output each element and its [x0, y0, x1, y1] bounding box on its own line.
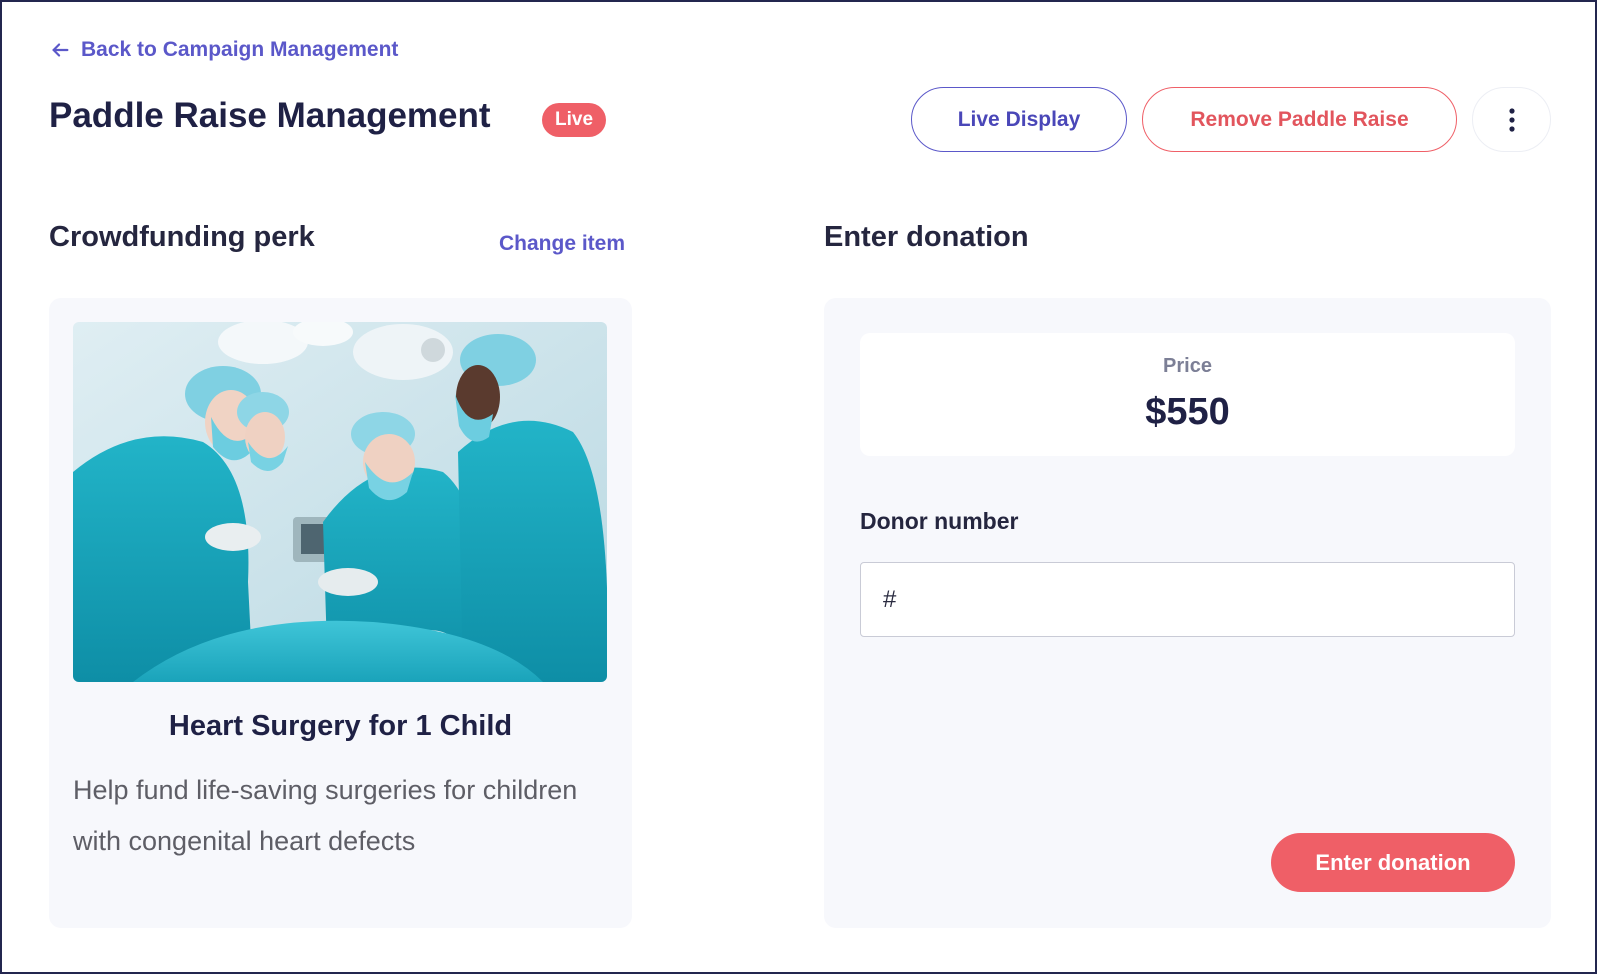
more-vertical-icon [1508, 107, 1515, 132]
donation-card: Price $550 Donor number Enter donation [824, 298, 1551, 928]
perk-title: Heart Surgery for 1 Child [168, 710, 513, 742]
price-box: Price $550 [860, 333, 1515, 456]
donor-number-input[interactable] [861, 563, 1514, 636]
donor-number-field-wrapper [860, 562, 1515, 637]
change-item-link[interactable]: Change item [499, 232, 625, 256]
status-badge: Live [542, 103, 607, 137]
arrow-left-icon [52, 43, 69, 57]
page-title: Paddle Raise Management [49, 96, 491, 135]
perk-card: Heart Surgery for 1 Child Help fund life… [49, 298, 632, 928]
price-value: $550 [1145, 391, 1230, 433]
perk-section-heading: Crowdfunding perk [49, 221, 315, 253]
donor-number-label: Donor number [860, 508, 1019, 534]
page-frame: Back to Campaign Management Paddle Raise… [0, 0, 1597, 974]
enter-donation-button[interactable]: Enter donation [1271, 833, 1515, 892]
price-label: Price [1163, 355, 1212, 377]
back-link-label: Back to Campaign Management [81, 38, 399, 61]
perk-description: Help fund life-saving surgeries for chil… [73, 775, 578, 856]
perk-image [73, 322, 607, 682]
donation-section-heading: Enter donation [824, 221, 1029, 253]
more-options-button[interactable] [1472, 87, 1551, 152]
live-display-button[interactable]: Live Display [911, 87, 1127, 152]
back-to-campaign-link[interactable]: Back to Campaign Management [49, 38, 398, 62]
remove-paddle-raise-button[interactable]: Remove Paddle Raise [1142, 87, 1457, 152]
